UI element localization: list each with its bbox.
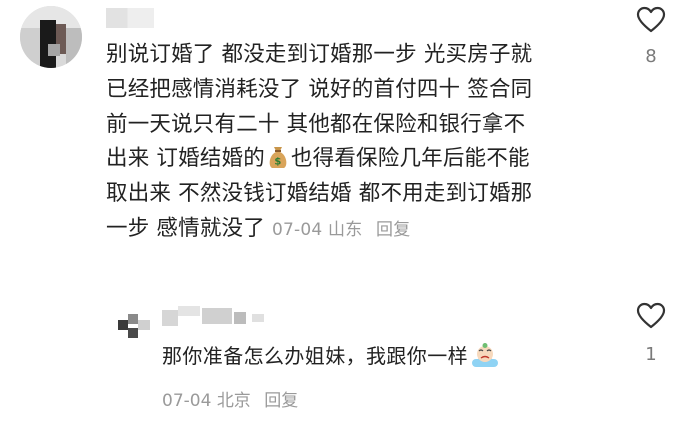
reply-button[interactable]: 回复 [376, 220, 410, 240]
reply-button[interactable]: 回复 [264, 391, 298, 411]
reply-location: 北京 [216, 391, 251, 411]
heart-icon[interactable] [636, 302, 666, 330]
like-count: 8 [645, 46, 657, 67]
reply-date: 07-04 [162, 391, 212, 411]
comment-date: 07-04 [271, 219, 323, 240]
comment-line: 别说订婚了 都没走到订婚那一步 光买房子就 [106, 42, 533, 67]
username[interactable] [106, 8, 154, 28]
reply-text: 那你准备怎么办姐妹，我跟你一样 [162, 344, 468, 368]
comment-line: 取出来 不然没钱订婚结婚 都不用走到订婚那 [106, 181, 533, 207]
heart-icon[interactable] [636, 6, 666, 34]
reply-body: 那你准备怎么办姐妹，我跟你一样 [162, 340, 500, 369]
crying-face-icon [472, 343, 498, 367]
like-count: 1 [645, 344, 657, 365]
comment-line: 前一天说只有二十 其他都在保险和银行拿不 [106, 111, 526, 137]
reply-meta: 07-04 北京 回复 [162, 386, 298, 411]
comment-line: 已经把感情消耗没了 说好的首付四十 签合同 [106, 76, 533, 102]
reply-username[interactable] [162, 302, 272, 328]
avatar[interactable] [20, 6, 82, 68]
comment-meta: 07-04 山东 回复 [272, 220, 410, 240]
comment-line: 一步 感情就没了 07-04 山东 回复 [106, 212, 626, 248]
reply-avatar[interactable] [118, 306, 152, 340]
comment-line-part: 出来 订婚结婚的 [106, 146, 265, 172]
comment-location: 山东 [328, 219, 363, 240]
svg-text:$: $ [274, 157, 281, 168]
comment-line-part: 也得看保险几年后能不能 [290, 146, 530, 172]
comment-body: 别说订婚了 都没走到订婚那一步 光买房子就 已经把感情消耗没了 说好的首付四十 … [106, 38, 626, 248]
money-bag-icon: $ [269, 147, 287, 169]
comment-line-part: 一步 感情就没了 [106, 215, 265, 241]
comment-line: 出来 订婚结婚的 $ 也得看保险几年后能不能 [106, 142, 626, 177]
